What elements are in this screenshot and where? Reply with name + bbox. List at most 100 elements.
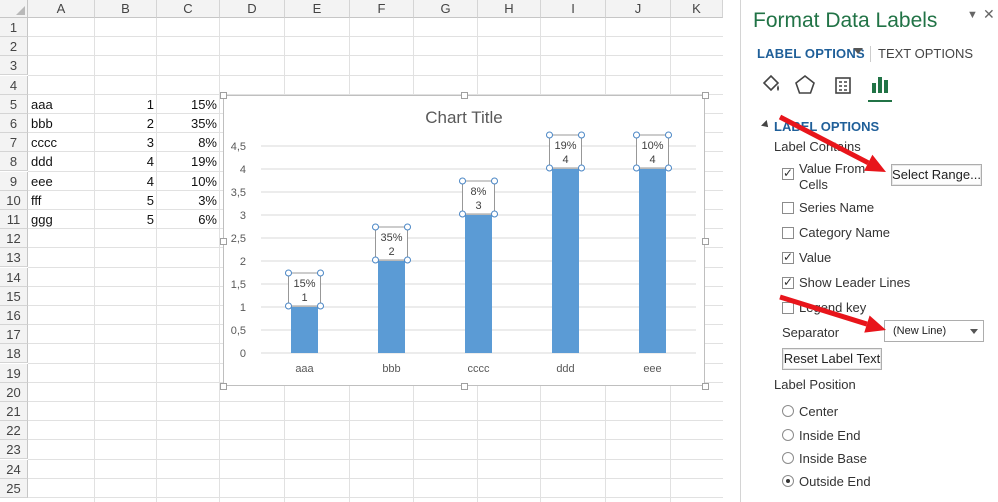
row-header-9[interactable]: 9	[0, 171, 28, 191]
chevron-down-icon[interactable]	[853, 48, 863, 54]
row-header-7[interactable]: 7	[0, 133, 28, 153]
row-header-21[interactable]: 21	[0, 402, 28, 421]
position-inside-base-radio[interactable]	[782, 452, 794, 464]
cell-a7[interactable]: cccc	[28, 133, 95, 152]
separator-dropdown[interactable]: (New Line)	[884, 320, 984, 342]
value-from-cells-label[interactable]: Value From	[799, 161, 865, 176]
column-header-i[interactable]: I	[541, 0, 606, 18]
row-header-19[interactable]: 19	[0, 363, 28, 383]
position-outside-end-label[interactable]: Outside End	[799, 474, 871, 489]
column-header-e[interactable]: E	[285, 0, 350, 18]
legend-key-checkbox[interactable]	[782, 302, 794, 314]
row-header-2[interactable]: 2	[0, 37, 28, 57]
cell-a9[interactable]: eee	[28, 172, 95, 191]
row-header-22[interactable]: 22	[0, 421, 28, 441]
column-header-a[interactable]: A	[28, 0, 95, 18]
position-inside-base-label[interactable]: Inside Base	[799, 451, 867, 466]
column-header-d[interactable]: D	[220, 0, 285, 18]
value-from-cells-checkbox[interactable]	[782, 166, 794, 180]
cell-b7[interactable]: 3	[95, 133, 157, 152]
fill-line-icon[interactable]	[759, 73, 783, 97]
cell-b6[interactable]: 2	[95, 114, 157, 133]
legend-key-label[interactable]: Legend key	[799, 300, 866, 315]
chart-resize-handle[interactable]	[220, 92, 227, 99]
row-header-6[interactable]: 6	[0, 114, 28, 133]
cell-c11[interactable]: 6%	[157, 210, 220, 229]
chart-resize-handle[interactable]	[702, 237, 709, 245]
row-header-13[interactable]: 13	[0, 248, 28, 268]
cell-c5[interactable]: 15%	[157, 95, 220, 114]
row-header-18[interactable]: 18	[0, 344, 28, 364]
chart-resize-handle[interactable]	[461, 383, 468, 390]
cell-a5[interactable]: aaa	[28, 95, 95, 114]
row-header-23[interactable]: 23	[0, 440, 28, 460]
row-header-25[interactable]: 25	[0, 478, 28, 498]
row-header-11[interactable]: 11	[0, 210, 28, 229]
row-header-1[interactable]: 1	[0, 18, 28, 37]
value-label[interactable]: Value	[799, 250, 831, 265]
series-name-checkbox[interactable]	[782, 202, 794, 214]
collapse-triangle-icon[interactable]	[761, 120, 771, 130]
tab-label-options[interactable]: LABEL OPTIONS	[757, 46, 865, 61]
pane-options-dropdown-icon[interactable]: ▼	[967, 9, 978, 21]
position-center-radio[interactable]	[782, 405, 794, 417]
row-header-4[interactable]: 4	[0, 75, 28, 95]
show-leader-lines-checkbox[interactable]	[782, 275, 794, 289]
cell-c8[interactable]: 19%	[157, 152, 220, 171]
row-header-15[interactable]: 15	[0, 286, 28, 306]
category-name-label[interactable]: Category Name	[799, 225, 890, 240]
cell-b9[interactable]: 4	[95, 172, 157, 191]
chart-resize-handle[interactable]	[220, 237, 227, 245]
chart-resize-handle[interactable]	[461, 92, 468, 99]
row-header-17[interactable]: 17	[0, 325, 28, 345]
category-name-checkbox[interactable]	[782, 227, 794, 239]
series-name-label[interactable]: Series Name	[799, 200, 874, 215]
position-center-label[interactable]: Center	[799, 404, 838, 419]
chart-resize-handle[interactable]	[702, 92, 709, 99]
row-header-8[interactable]: 8	[0, 152, 28, 172]
row-header-16[interactable]: 16	[0, 306, 28, 325]
column-header-j[interactable]: J	[606, 0, 671, 18]
row-header-24[interactable]: 24	[0, 459, 28, 479]
section-label-options[interactable]: LABEL OPTIONS	[774, 119, 879, 134]
close-icon[interactable]: ✕	[983, 6, 995, 23]
cell-a10[interactable]: fff	[28, 191, 95, 210]
spreadsheet-grid[interactable]: ABCDEFGHIJK 1 2 3 4 5 6 7 8 9 10 11 12 13 14 15 16 17 18 1…	[0, 0, 723, 502]
column-header-c[interactable]: C	[157, 0, 220, 18]
show-leader-lines-label[interactable]: Show Leader Lines	[799, 275, 910, 290]
cell-a8[interactable]: ddd	[28, 152, 95, 171]
cell-c6[interactable]: 35%	[157, 114, 220, 133]
cell-c7[interactable]: 8%	[157, 133, 220, 152]
cell-b10[interactable]: 5	[95, 191, 157, 210]
select-all-corner[interactable]	[0, 0, 28, 18]
position-inside-end-label[interactable]: Inside End	[799, 428, 860, 443]
chart-resize-handle[interactable]	[220, 383, 227, 390]
column-header-h[interactable]: H	[478, 0, 541, 18]
tab-text-options[interactable]: TEXT OPTIONS	[878, 46, 973, 61]
select-range-button[interactable]: Select Range...	[891, 164, 982, 186]
value-checkbox[interactable]	[782, 250, 794, 264]
column-header-f[interactable]: F	[350, 0, 414, 18]
label-options-chart-icon[interactable]	[868, 73, 892, 97]
chart-object[interactable]: Chart Title 0 0,5 1 1,5 2 2,5 3 3,5 4 4,5 aaa 15% 1 b…	[220, 92, 709, 390]
row-header-14[interactable]: 14	[0, 267, 28, 287]
reset-label-text-button[interactable]: Reset Label Text	[782, 348, 882, 370]
position-inside-end-radio[interactable]	[782, 429, 794, 441]
column-header-b[interactable]: B	[95, 0, 157, 18]
column-header-k[interactable]: K	[671, 0, 723, 18]
cell-b11[interactable]: 5	[95, 210, 157, 229]
row-header-20[interactable]: 20	[0, 382, 28, 402]
row-header-12[interactable]: 12	[0, 229, 28, 249]
cell-c9[interactable]: 10%	[157, 172, 220, 191]
position-outside-end-radio[interactable]	[782, 475, 794, 487]
cell-b5[interactable]: 1	[95, 95, 157, 114]
cell-b8[interactable]: 4	[95, 152, 157, 171]
effects-pentagon-icon[interactable]	[793, 73, 817, 97]
value-from-cells-label-line2[interactable]: Cells	[799, 177, 828, 192]
cell-c10[interactable]: 3%	[157, 191, 220, 210]
chart-resize-handle[interactable]	[702, 383, 709, 390]
bar-chart-plot[interactable]: 0 0,5 1 1,5 2 2,5 3 3,5 4 4,5 aaa 15% 1 bbb 35% 2 cccc 8%…	[224, 96, 704, 385]
row-header-3[interactable]: 3	[0, 56, 28, 76]
row-header-5[interactable]: 5	[0, 94, 28, 114]
cell-a11[interactable]: ggg	[28, 210, 95, 229]
